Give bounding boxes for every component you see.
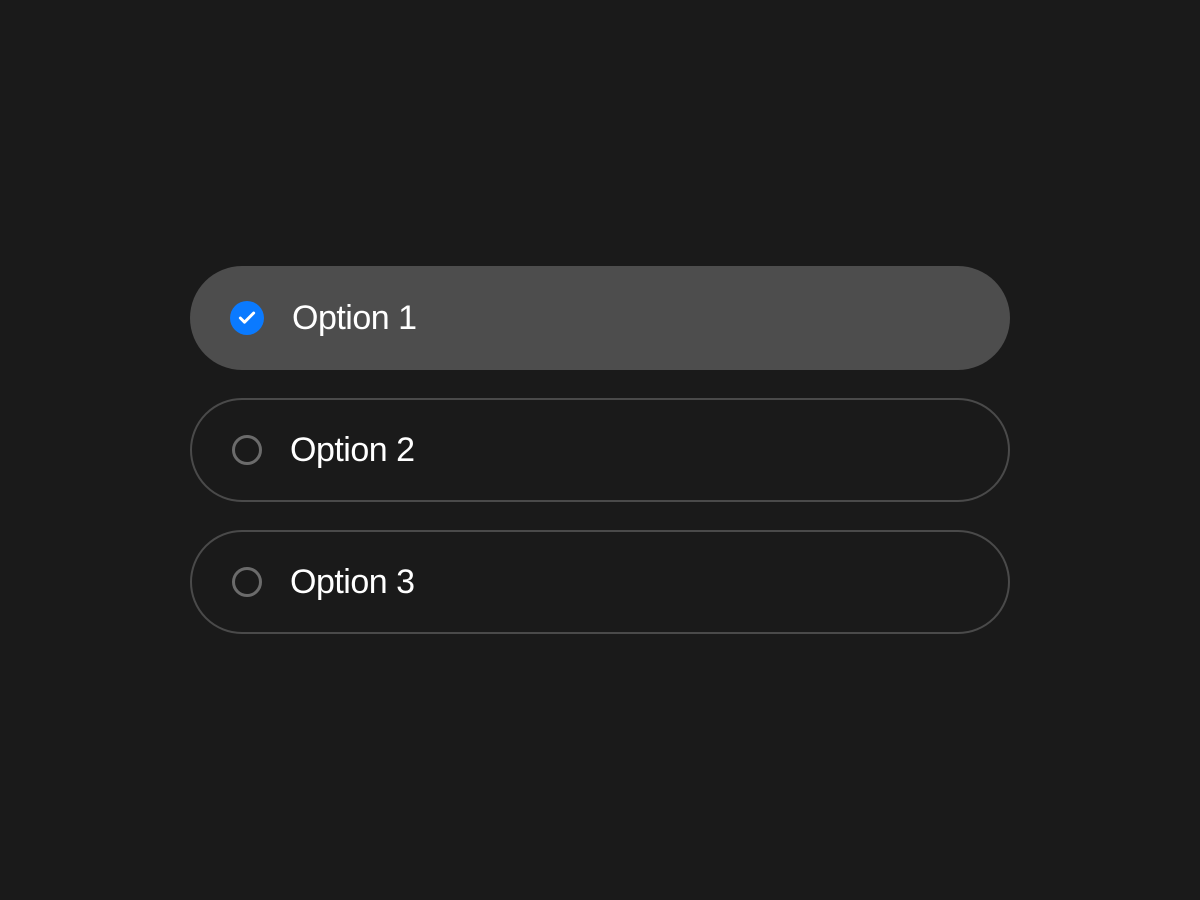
option-label: Option 2 [290, 431, 415, 470]
radio-unchecked-icon [232, 435, 262, 465]
option-label: Option 1 [292, 299, 417, 338]
option-item-2[interactable]: Option 2 [190, 398, 1010, 502]
option-list: Option 1 Option 2 Option 3 [190, 266, 1010, 634]
checkmark-icon [230, 301, 264, 335]
radio-unchecked-icon [232, 567, 262, 597]
option-label: Option 3 [290, 563, 415, 602]
option-item-3[interactable]: Option 3 [190, 530, 1010, 634]
option-item-1[interactable]: Option 1 [190, 266, 1010, 370]
